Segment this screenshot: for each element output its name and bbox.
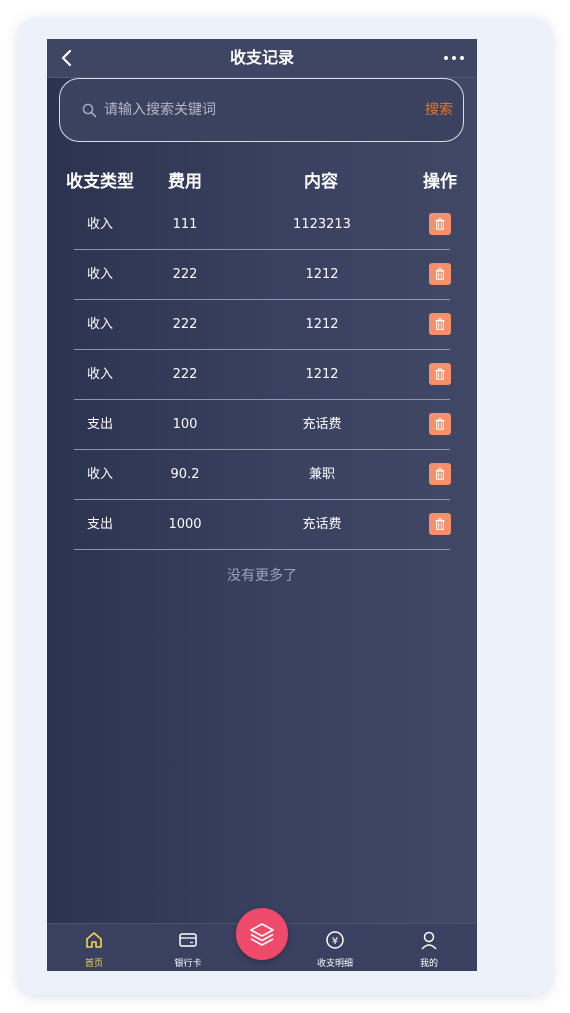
cell-type: 收入 bbox=[86, 217, 113, 232]
column-header-content: 内容 bbox=[304, 172, 338, 192]
tab-profile-label: 我的 bbox=[419, 959, 438, 969]
tab-bank-card-label: 银行卡 bbox=[174, 959, 202, 969]
cell-type: 收入 bbox=[86, 317, 113, 332]
table-row: 收入 222 1212 bbox=[74, 350, 451, 400]
table-row: 收入 222 1212 bbox=[74, 250, 451, 300]
search-button[interactable]: 搜索 bbox=[425, 99, 453, 121]
list-end-text: 没有更多了 bbox=[227, 568, 297, 584]
svg-text:¥: ¥ bbox=[332, 936, 338, 947]
cell-fee: 222 bbox=[172, 317, 198, 332]
table-row: 收入 222 1212 bbox=[74, 300, 451, 350]
nav-bar: 收支记录 bbox=[47, 39, 477, 78]
delete-button[interactable] bbox=[429, 213, 451, 235]
column-header-action: 操作 bbox=[423, 172, 457, 192]
cell-content: 充话费 bbox=[302, 517, 342, 532]
cell-fee: 90.2 bbox=[170, 467, 200, 482]
tab-home-label: 首页 bbox=[84, 959, 103, 969]
trash-icon bbox=[435, 268, 445, 280]
cell-fee: 222 bbox=[172, 367, 198, 382]
user-icon bbox=[421, 931, 437, 950]
cell-fee: 222 bbox=[172, 267, 198, 282]
app-screen: 收支记录 搜索 收支类型 费用 内容 操作 收入 111 1123213 收入 222 1… bbox=[47, 39, 477, 971]
search-input[interactable] bbox=[104, 99, 404, 121]
bank-card-icon bbox=[179, 933, 197, 947]
delete-button[interactable] bbox=[429, 463, 451, 485]
cell-content: 1212 bbox=[305, 317, 339, 332]
cell-type: 收入 bbox=[86, 367, 113, 382]
tab-transactions[interactable]: ¥ 收支明细 bbox=[295, 924, 375, 971]
column-header-fee: 费用 bbox=[168, 172, 202, 192]
cell-type: 收入 bbox=[86, 267, 113, 282]
trash-icon bbox=[435, 418, 445, 430]
cell-content: 1123213 bbox=[293, 217, 351, 232]
search-icon bbox=[82, 103, 97, 118]
cell-type: 收入 bbox=[86, 467, 113, 482]
record-list: 收入 111 1123213 收入 222 1212 收入 222 1212 收入 222 1212 支… bbox=[74, 200, 451, 550]
tab-home[interactable]: 首页 bbox=[54, 924, 134, 971]
trash-icon bbox=[435, 368, 445, 380]
delete-button[interactable] bbox=[429, 513, 451, 535]
cell-content: 兼职 bbox=[308, 467, 335, 482]
cell-content: 充话费 bbox=[302, 417, 342, 432]
cell-fee: 100 bbox=[172, 417, 198, 432]
table-row: 支出 100 充话费 bbox=[74, 400, 451, 450]
trash-icon bbox=[435, 468, 445, 480]
cell-content: 1212 bbox=[305, 267, 339, 282]
more-icon[interactable] bbox=[443, 49, 465, 67]
cell-type: 支出 bbox=[86, 517, 113, 532]
yen-circle-icon: ¥ bbox=[326, 931, 344, 949]
table-row: 收入 90.2 兼职 bbox=[74, 450, 451, 500]
cell-type: 支出 bbox=[86, 417, 113, 432]
trash-icon bbox=[435, 518, 445, 530]
cell-fee: 1000 bbox=[168, 517, 202, 532]
trash-icon bbox=[435, 318, 445, 330]
center-action-button[interactable] bbox=[236, 908, 288, 960]
cell-content: 1212 bbox=[305, 367, 339, 382]
page-title: 收支记录 bbox=[229, 48, 294, 67]
table-header: 收支类型 费用 内容 操作 bbox=[47, 167, 477, 197]
tab-transactions-label: 收支明细 bbox=[316, 959, 353, 969]
home-icon bbox=[86, 932, 102, 948]
delete-button[interactable] bbox=[429, 313, 451, 335]
delete-button[interactable] bbox=[429, 363, 451, 385]
cell-fee: 111 bbox=[172, 217, 198, 232]
table-row: 支出 1000 充话费 bbox=[74, 500, 451, 550]
layers-icon bbox=[250, 923, 274, 946]
table-row: 收入 111 1123213 bbox=[74, 200, 451, 250]
search-bar: 搜索 bbox=[59, 78, 464, 142]
column-header-type: 收支类型 bbox=[66, 172, 134, 192]
delete-button[interactable] bbox=[429, 263, 451, 285]
tab-bank-card[interactable]: 银行卡 bbox=[148, 924, 228, 971]
delete-button[interactable] bbox=[429, 413, 451, 435]
tab-profile[interactable]: 我的 bbox=[389, 924, 469, 971]
trash-icon bbox=[435, 218, 445, 230]
